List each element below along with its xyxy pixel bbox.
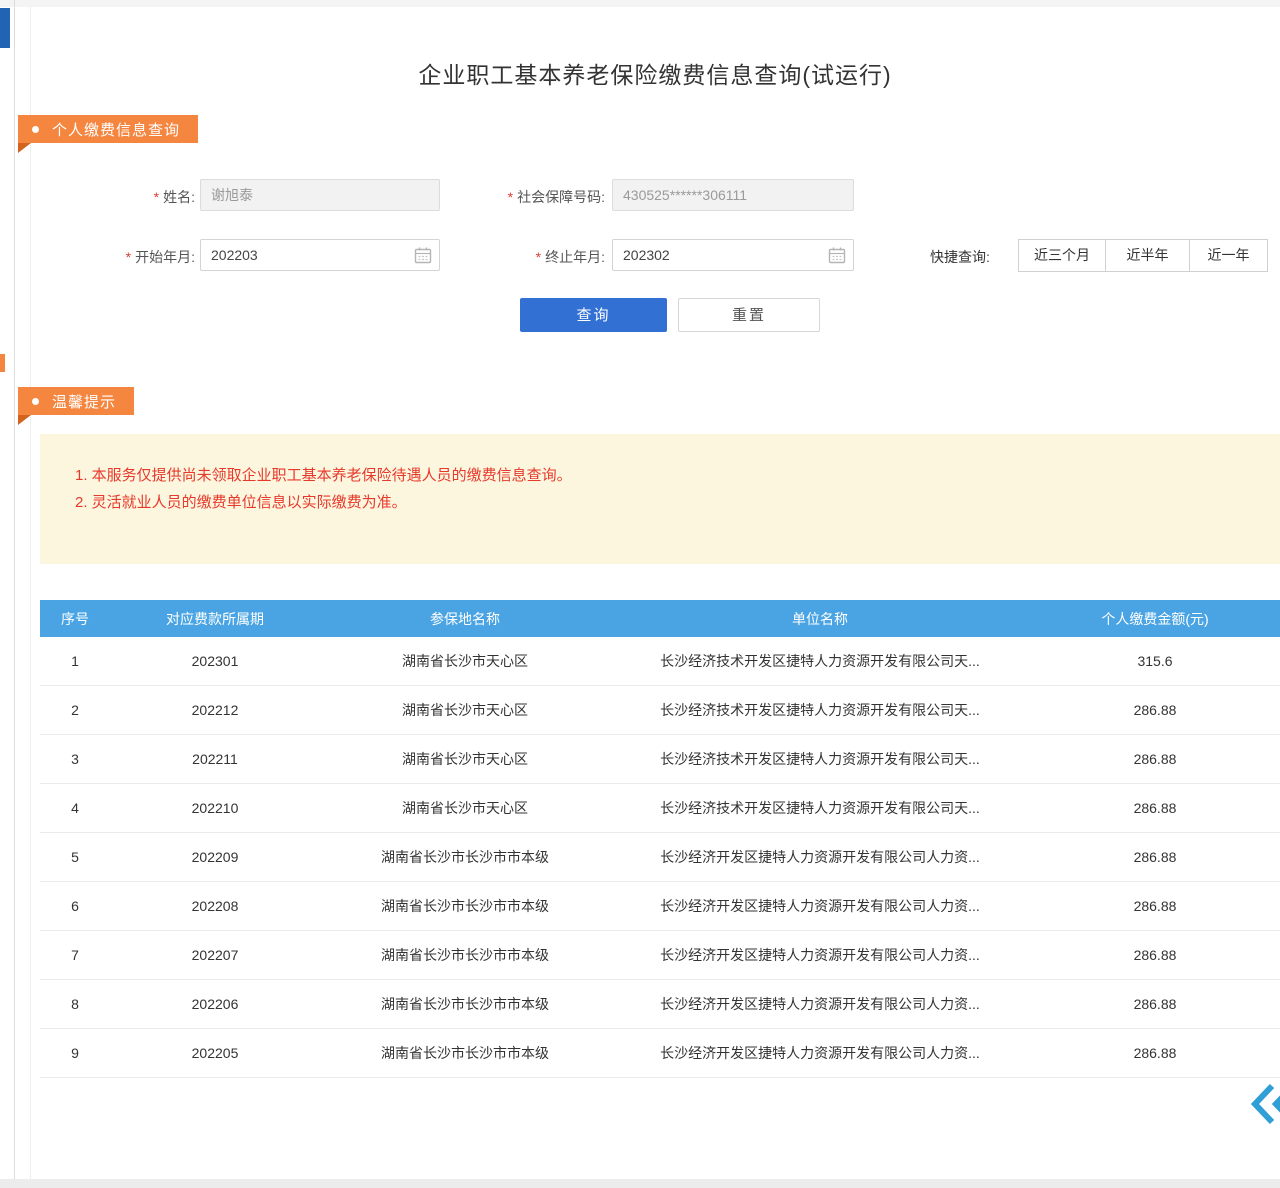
start-month-input[interactable] (200, 239, 440, 271)
table-row: 3 202211 湖南省长沙市天心区 长沙经济技术开发区捷特人力资源开发有限公司… (40, 735, 1280, 784)
sidebar-divider (14, 0, 15, 1188)
cell-index: 3 (40, 751, 110, 767)
cell-amount: 286.88 (1030, 800, 1280, 816)
section-badge-query: 个人缴费信息查询 (18, 115, 198, 143)
start-month-label: *开始年月: (90, 247, 195, 267)
cell-amount: 286.88 (1030, 898, 1280, 914)
cell-period: 202207 (110, 947, 320, 963)
end-month-label: *终止年月: (495, 247, 605, 267)
cell-period: 202206 (110, 996, 320, 1012)
table-row: 1 202301 湖南省长沙市天心区 长沙经济技术开发区捷特人力资源开发有限公司… (40, 637, 1280, 686)
cell-index: 7 (40, 947, 110, 963)
calendar-icon[interactable] (828, 246, 846, 264)
cell-employer: 长沙经济技术开发区捷特人力资源开发有限公司天... (610, 798, 1030, 818)
cell-index: 5 (40, 849, 110, 865)
ssn-label: *社会保障号码: (455, 187, 605, 207)
ssn-field (612, 179, 854, 211)
table-row: 5 202209 湖南省长沙市长沙市市本级 长沙经济开发区捷特人力资源开发有限公… (40, 833, 1280, 882)
cell-employer: 长沙经济技术开发区捷特人力资源开发有限公司天... (610, 651, 1030, 671)
section-badge-tips-label: 温馨提示 (52, 391, 116, 412)
cell-index: 2 (40, 702, 110, 718)
cell-employer: 长沙经济开发区捷特人力资源开发有限公司人力资... (610, 994, 1030, 1014)
quick-query-label: 快捷查询: (930, 247, 990, 267)
table-row: 4 202210 湖南省长沙市天心区 长沙经济技术开发区捷特人力资源开发有限公司… (40, 784, 1280, 833)
cell-index: 4 (40, 800, 110, 816)
name-label: *姓名: (100, 187, 195, 207)
reset-button[interactable]: 重置 (678, 298, 820, 332)
cell-location: 湖南省长沙市长沙市市本级 (320, 896, 610, 916)
required-asterisk: * (126, 249, 131, 265)
table-row: 9 202205 湖南省长沙市长沙市市本级 长沙经济开发区捷特人力资源开发有限公… (40, 1029, 1280, 1078)
required-asterisk: * (536, 249, 541, 265)
cell-employer: 长沙经济技术开发区捷特人力资源开发有限公司天... (610, 700, 1030, 720)
cell-location: 湖南省长沙市天心区 (320, 700, 610, 720)
cell-location: 湖南省长沙市天心区 (320, 749, 610, 769)
cell-index: 6 (40, 898, 110, 914)
required-asterisk: * (508, 189, 513, 205)
cell-amount: 286.88 (1030, 1045, 1280, 1061)
cell-amount: 286.88 (1030, 849, 1280, 865)
quick-halfyear-button[interactable]: 近半年 (1105, 239, 1190, 272)
quick-oneyear-button[interactable]: 近一年 (1189, 239, 1268, 272)
cell-employer: 长沙经济开发区捷特人力资源开发有限公司人力资... (610, 896, 1030, 916)
cell-location: 湖南省长沙市长沙市市本级 (320, 945, 610, 965)
bottom-strip (0, 1179, 1280, 1188)
cell-employer: 长沙经济开发区捷特人力资源开发有限公司人力资... (610, 1043, 1030, 1063)
col-header-employer: 单位名称 (610, 609, 1030, 629)
sidebar-collapsed-tab[interactable] (0, 8, 10, 48)
cell-location: 湖南省长沙市长沙市市本级 (320, 994, 610, 1014)
double-chevron-left-icon[interactable] (1250, 1082, 1280, 1126)
cell-period: 202205 (110, 1045, 320, 1061)
tips-line-1: 1. 本服务仅提供尚未领取企业职工基本养老保险待遇人员的缴费信息查询。 (75, 462, 572, 489)
page: 企业职工基本养老保险缴费信息查询(试运行) 个人缴费信息查询 *姓名: *社会保… (0, 0, 1280, 1188)
section-badge-tips: 温馨提示 (18, 387, 134, 415)
cell-location: 湖南省长沙市天心区 (320, 651, 610, 671)
calendar-icon[interactable] (414, 246, 432, 264)
required-asterisk: * (154, 189, 159, 205)
quick-3months-button[interactable]: 近三个月 (1018, 239, 1106, 272)
query-button[interactable]: 查询 (520, 298, 667, 332)
table-header-row: 序号 对应费款所属期 参保地名称 单位名称 个人缴费金额(元) (40, 600, 1280, 637)
col-header-location: 参保地名称 (320, 609, 610, 629)
table-row: 6 202208 湖南省长沙市长沙市市本级 长沙经济开发区捷特人力资源开发有限公… (40, 882, 1280, 931)
cell-period: 202212 (110, 702, 320, 718)
results-table: 序号 对应费款所属期 参保地名称 单位名称 个人缴费金额(元) 1 202301… (40, 600, 1280, 1078)
sidebar-orange-marker (0, 354, 5, 372)
cell-period: 202210 (110, 800, 320, 816)
cell-location: 湖南省长沙市长沙市市本级 (320, 1043, 610, 1063)
cell-index: 9 (40, 1045, 110, 1061)
table-row: 8 202206 湖南省长沙市长沙市市本级 长沙经济开发区捷特人力资源开发有限公… (40, 980, 1280, 1029)
tips-line-2: 2. 灵活就业人员的缴费单位信息以实际缴费为准。 (75, 489, 572, 516)
page-title: 企业职工基本养老保险缴费信息查询(试运行) (30, 56, 1280, 90)
cell-amount: 286.88 (1030, 947, 1280, 963)
top-strip (0, 0, 1280, 7)
cell-index: 1 (40, 653, 110, 669)
cell-employer: 长沙经济开发区捷特人力资源开发有限公司人力资... (610, 847, 1030, 867)
cell-period: 202301 (110, 653, 320, 669)
col-header-index: 序号 (40, 609, 110, 629)
section-badge-query-label: 个人缴费信息查询 (52, 119, 180, 140)
table-row: 7 202207 湖南省长沙市长沙市市本级 长沙经济开发区捷特人力资源开发有限公… (40, 931, 1280, 980)
col-header-amount: 个人缴费金额(元) (1030, 609, 1280, 629)
bullet-icon (32, 398, 39, 405)
col-header-period: 对应费款所属期 (110, 609, 320, 629)
cell-period: 202209 (110, 849, 320, 865)
cell-index: 8 (40, 996, 110, 1012)
cell-amount: 286.88 (1030, 751, 1280, 767)
panel-left-edge (30, 6, 31, 1188)
cell-location: 湖南省长沙市长沙市市本级 (320, 847, 610, 867)
cell-employer: 长沙经济技术开发区捷特人力资源开发有限公司天... (610, 749, 1030, 769)
cell-period: 202208 (110, 898, 320, 914)
bullet-icon (32, 126, 39, 133)
cell-amount: 286.88 (1030, 996, 1280, 1012)
tips-box: 1. 本服务仅提供尚未领取企业职工基本养老保险待遇人员的缴费信息查询。 2. 灵… (40, 434, 1280, 564)
end-month-input[interactable] (612, 239, 854, 271)
cell-period: 202211 (110, 751, 320, 767)
cell-amount: 315.6 (1030, 653, 1280, 669)
cell-amount: 286.88 (1030, 702, 1280, 718)
cell-employer: 长沙经济开发区捷特人力资源开发有限公司人力资... (610, 945, 1030, 965)
name-field (200, 179, 440, 211)
cell-location: 湖南省长沙市天心区 (320, 798, 610, 818)
table-row: 2 202212 湖南省长沙市天心区 长沙经济技术开发区捷特人力资源开发有限公司… (40, 686, 1280, 735)
